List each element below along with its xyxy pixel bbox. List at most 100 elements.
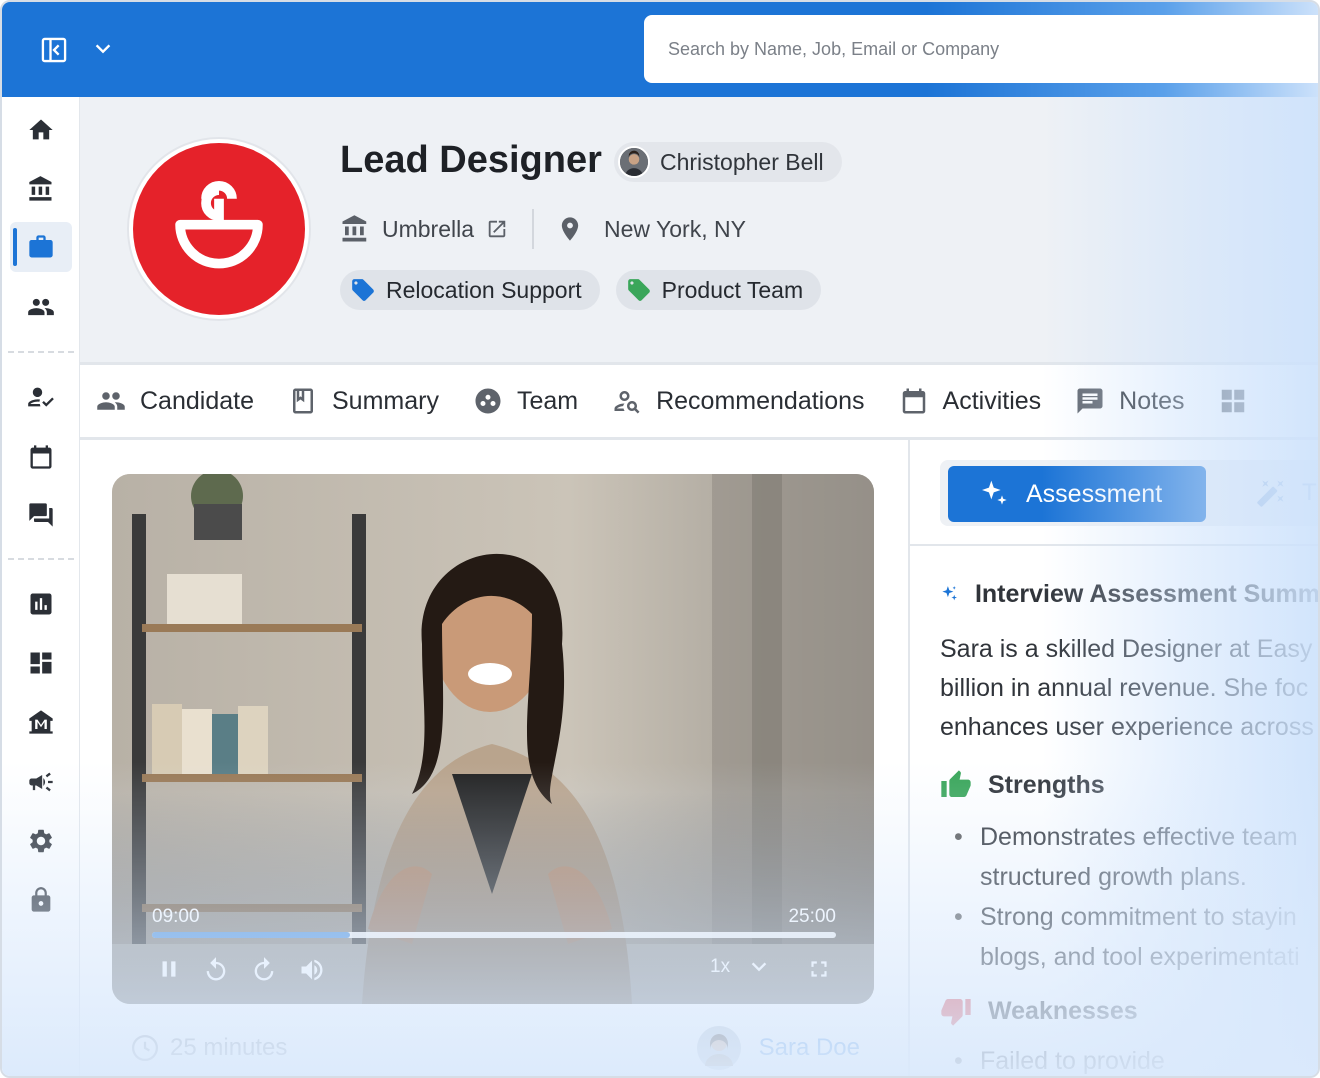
video-frame-image [112, 474, 874, 1004]
book-icon [292, 388, 313, 414]
tag-label: Product Team [661, 276, 804, 303]
tag-label: Relocation Support [386, 276, 582, 303]
umbrella-logo-icon [133, 143, 305, 315]
tag-icon [627, 279, 650, 301]
nav-reports[interactable] [10, 579, 72, 629]
playback-speed-value: 1x [710, 956, 731, 977]
comment-icon [1077, 388, 1103, 414]
nav-messages[interactable] [10, 490, 72, 540]
company-name: Umbrella [382, 215, 475, 242]
calendar-icon [30, 445, 52, 469]
tab-activities[interactable]: Activities [899, 386, 1042, 416]
list-item-line: Failed to provide [980, 1047, 1165, 1075]
tab-label: T [1302, 479, 1317, 506]
summary-heading: Interview Assessment Summ [940, 578, 1320, 610]
sidebar-toggle-icon[interactable] [40, 36, 68, 64]
interview-length-text: 25 minutes [170, 1034, 288, 1061]
video-info: 25 minutes Sara Doe [130, 1026, 860, 1070]
forward-10-icon[interactable] [250, 956, 278, 989]
interview-length: 25 minutes [130, 1033, 287, 1063]
company-link[interactable]: Umbrella [340, 214, 508, 244]
thumbs-down-icon [941, 999, 971, 1026]
location-text: New York, NY [604, 215, 746, 242]
bank-icon [29, 176, 52, 201]
video-panel: 09:00 25:00 1x 25 minutes Sara Doe [80, 440, 908, 1076]
job-header: Lead Designer Christopher Bell Umbrella … [80, 97, 1318, 364]
strengths-heading: Strengths [940, 769, 1318, 801]
interview-candidate[interactable]: Sara Doe [696, 1026, 860, 1070]
nav-jobs[interactable] [10, 222, 72, 272]
nav-companies[interactable] [10, 164, 72, 214]
chevron-down-icon[interactable] [92, 38, 114, 60]
search-input[interactable] [668, 38, 1268, 60]
owner-name: Christopher Bell [660, 148, 824, 175]
tag-icon [352, 279, 374, 301]
nav-campaigns[interactable] [10, 757, 72, 807]
weaknesses-heading: Weaknesses [940, 995, 1318, 1027]
seek-bar-progress [152, 932, 351, 938]
magic-wand-icon [1257, 480, 1284, 507]
chevron-down-icon [751, 962, 767, 972]
tab-recommendations[interactable]: Recommendations [612, 386, 865, 416]
list-item-line: structured growth plans. [980, 863, 1247, 891]
summary-line: billion in annual revenue. She foc [940, 674, 1309, 702]
seek-bar[interactable] [152, 932, 836, 938]
nav-calendar[interactable] [10, 432, 72, 482]
tab-candidate[interactable]: Candidate [96, 386, 254, 416]
fullscreen-icon[interactable] [806, 956, 832, 987]
sparkle-icon [982, 480, 1007, 505]
nav-security[interactable] [10, 875, 72, 925]
job-title: Lead Designer [340, 139, 602, 181]
nav-tasks[interactable] [10, 372, 72, 422]
rewind-10-icon[interactable] [202, 956, 230, 989]
company-logo [127, 137, 311, 321]
nav-dashboard[interactable] [10, 638, 72, 688]
left-nav [2, 97, 80, 1076]
meta-divider [532, 209, 535, 249]
owner-chip[interactable]: Christopher Bell [614, 142, 842, 182]
tag-product-team[interactable]: Product Team [615, 270, 822, 310]
interview-video[interactable]: 09:00 25:00 1x [112, 474, 874, 1004]
person-search-icon [614, 391, 640, 414]
summary-line: Sara is a skilled Designer at Easy [940, 635, 1313, 663]
museum-icon [29, 710, 53, 734]
nav-divider [8, 351, 74, 353]
tab-notes[interactable]: Notes [1075, 386, 1184, 416]
strengths-title: Strengths [988, 770, 1105, 799]
tab-label: Assessment [1026, 479, 1163, 508]
total-duration: 25:00 [788, 906, 836, 927]
volume-icon[interactable] [298, 956, 326, 989]
list-item-line: blogs, and tool experimentati [980, 943, 1300, 971]
list-item: Demonstrates effective team structured g… [940, 817, 1318, 897]
nav-home[interactable] [10, 105, 72, 155]
tab-team[interactable]: Team [473, 386, 578, 416]
weaknesses-title: Weaknesses [988, 996, 1138, 1025]
location-pin-icon [561, 217, 579, 241]
avatar [618, 146, 650, 178]
nav-institutions[interactable] [10, 697, 72, 747]
tab-label: Summary [331, 386, 439, 415]
summary-line: enhances user experience across [940, 713, 1314, 741]
nav-candidates[interactable] [10, 282, 72, 332]
nav-settings[interactable] [10, 816, 72, 866]
tab-assessment[interactable]: Assessment [948, 466, 1206, 522]
team-icon [475, 388, 501, 414]
search-bar [644, 15, 1318, 83]
tab-transcript[interactable]: T [1256, 478, 1317, 508]
tab-label: Candidate [140, 386, 254, 415]
tab-label: Team [516, 386, 579, 415]
summary-title: Interview Assessment Summ [974, 579, 1320, 608]
grid-icon [1222, 389, 1245, 413]
candidate-name: Sara Doe [758, 1034, 860, 1061]
job-meta: Umbrella New York, NY [340, 209, 746, 249]
tag-relocation-support[interactable]: Relocation Support [340, 270, 600, 310]
dashboard-icon [30, 652, 52, 674]
top-bar [2, 2, 1318, 97]
tab-more[interactable] [1218, 386, 1248, 416]
pause-icon[interactable] [156, 956, 182, 987]
assessment-panel: Assessment T Interview Assessment Summ S… [908, 440, 1320, 1076]
tab-label: Recommendations [656, 386, 865, 415]
tab-summary[interactable]: Summary [288, 386, 439, 416]
tab-label: Activities [942, 386, 1042, 415]
playback-speed-select[interactable]: 1x [710, 956, 770, 978]
